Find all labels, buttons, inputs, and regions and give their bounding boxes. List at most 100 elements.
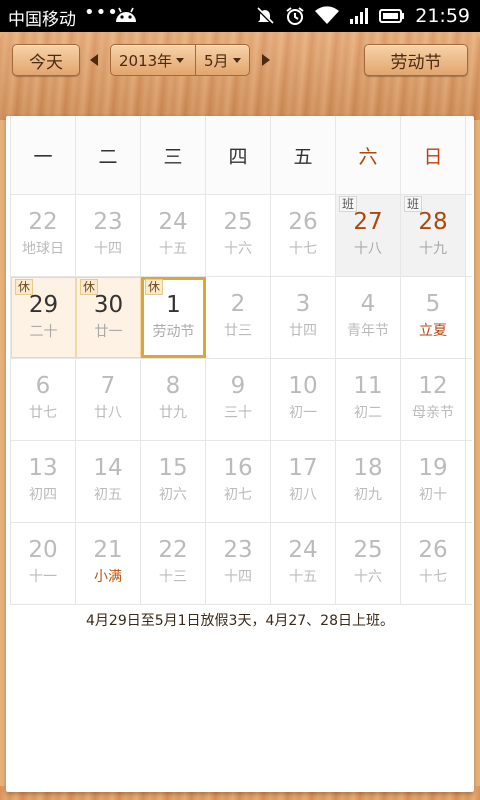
day-cell[interactable]: 15 初六 — [141, 441, 206, 522]
lunar-label: 初五 — [94, 487, 122, 503]
day-cell[interactable]: 4 青年节 — [336, 277, 401, 358]
day-number: 25 — [223, 209, 253, 235]
lunar-label: 十七 — [419, 569, 447, 585]
week-row: 20 十一 21 小满 22 十三 23 十四 24 十五 25 十六 26 十七 — [11, 523, 472, 605]
day-number: 4 — [360, 291, 376, 317]
month-dropdown-icon — [232, 57, 241, 63]
day-cell[interactable]: 22 十三 — [141, 523, 206, 604]
day-cell[interactable]: 14 初五 — [76, 441, 141, 522]
lunar-label: 十一 — [29, 569, 57, 585]
day-cell[interactable]: 20 十一 — [11, 523, 76, 604]
carrier-name: 中国移动 — [8, 10, 76, 30]
holiday-button[interactable]: 劳动节 — [364, 44, 468, 76]
workday-cell[interactable]: 班 28 十九 — [401, 195, 466, 276]
day-number: 29 — [28, 292, 59, 318]
day-number: 22 — [28, 209, 58, 235]
day-cell[interactable]: 24 十五 — [141, 195, 206, 276]
calendar-card: 一 二 三 四 五 六 日 22 地球日 23 十四 24 十五 25 十六 26 十七 … — [6, 116, 474, 792]
day-number: 23 — [93, 209, 123, 235]
selected-day-cell[interactable]: 休 1 劳动节 — [141, 277, 206, 358]
weekday-mon: 一 — [11, 116, 76, 194]
year-select-label: 2013年 — [119, 51, 173, 70]
signal-icon — [350, 8, 369, 24]
lunar-label: 十四 — [94, 241, 122, 257]
lunar-label: 初六 — [159, 487, 187, 503]
battery-icon — [379, 9, 405, 23]
previous-month-arrow-icon[interactable] — [90, 54, 98, 66]
holiday-cell[interactable]: 休 29 二十 — [11, 277, 76, 358]
lunar-label: 十六 — [354, 569, 382, 585]
workday-cell[interactable]: 班 27 十八 — [336, 195, 401, 276]
day-cell[interactable]: 5 立夏 — [401, 277, 466, 358]
lunar-label: 初八 — [289, 487, 317, 503]
weekday-header: 一 二 三 四 五 六 日 — [11, 116, 472, 195]
solar-term-label: 小满 — [94, 569, 122, 585]
lunar-label: 十五 — [289, 569, 317, 585]
day-number: 20 — [28, 537, 58, 563]
today-button[interactable]: 今天 — [12, 44, 80, 76]
lunar-label: 初四 — [29, 487, 57, 503]
week-row: 13 初四 14 初五 15 初六 16 初七 17 初八 18 初九 19 初十 — [11, 441, 472, 523]
day-cell[interactable]: 18 初九 — [336, 441, 401, 522]
lunar-label: 廿一 — [94, 324, 123, 340]
day-cell[interactable]: 2 廿三 — [206, 277, 271, 358]
day-cell[interactable]: 17 初八 — [271, 441, 336, 522]
day-cell[interactable]: 25 十六 — [206, 195, 271, 276]
next-month-arrow-icon[interactable] — [262, 54, 270, 66]
day-cell[interactable]: 9 三十 — [206, 359, 271, 440]
year-select[interactable]: 2013年 — [110, 44, 196, 76]
year-dropdown-icon — [176, 57, 185, 63]
day-cell[interactable]: 3 廿四 — [271, 277, 336, 358]
day-number: 7 — [100, 373, 116, 399]
day-cell[interactable]: 23 十四 — [206, 523, 271, 604]
day-number: 13 — [28, 455, 58, 481]
day-cell[interactable]: 23 十四 — [76, 195, 141, 276]
weekday-sun: 日 — [401, 116, 466, 194]
day-cell[interactable]: 26 十七 — [401, 523, 466, 604]
lunar-label: 初十 — [419, 487, 447, 503]
day-cell[interactable]: 11 初二 — [336, 359, 401, 440]
lunar-label: 廿四 — [289, 323, 317, 339]
calendar-toolbar: 今天 2013年 5月 劳动节 — [0, 32, 480, 120]
lunar-label: 二十 — [29, 324, 58, 340]
lunar-label: 初九 — [354, 487, 382, 503]
day-cell[interactable]: 13 初四 — [11, 441, 76, 522]
lunar-label: 青年节 — [347, 323, 389, 339]
day-cell[interactable]: 19 初十 — [401, 441, 466, 522]
day-cell[interactable]: 21 小满 — [76, 523, 141, 604]
weekday-fri: 五 — [271, 116, 336, 194]
day-number: 11 — [353, 373, 383, 399]
lunar-label: 廿七 — [29, 405, 57, 421]
lunar-label: 廿三 — [224, 323, 252, 339]
lunar-label: 初一 — [289, 405, 317, 421]
lunar-label: 十六 — [224, 241, 252, 257]
android-icon — [116, 7, 136, 22]
day-cell[interactable]: 22 地球日 — [11, 195, 76, 276]
day-cell[interactable]: 10 初一 — [271, 359, 336, 440]
day-number: 6 — [35, 373, 51, 399]
day-cell[interactable]: 7 廿八 — [76, 359, 141, 440]
day-number: 22 — [158, 537, 188, 563]
day-cell[interactable]: 6 廿七 — [11, 359, 76, 440]
day-cell[interactable]: 24 十五 — [271, 523, 336, 604]
day-number: 1 — [166, 292, 181, 318]
day-cell[interactable]: 25 十六 — [336, 523, 401, 604]
month-select[interactable]: 5月 — [196, 44, 250, 76]
lunar-label: 廿九 — [159, 405, 187, 421]
day-cell[interactable]: 12 母亲节 — [401, 359, 466, 440]
weekday-wed: 三 — [141, 116, 206, 194]
day-number: 30 — [93, 292, 124, 318]
weekday-thu: 四 — [206, 116, 271, 194]
lunar-label: 十七 — [289, 241, 317, 257]
day-number: 12 — [418, 373, 448, 399]
day-number: 9 — [230, 373, 246, 399]
day-cell[interactable]: 26 十七 — [271, 195, 336, 276]
lunar-label: 廿八 — [94, 405, 122, 421]
clock: 21:59 — [415, 5, 470, 27]
lunar-label: 地球日 — [22, 241, 64, 257]
day-cell[interactable]: 8 廿九 — [141, 359, 206, 440]
day-number: 5 — [425, 291, 441, 317]
lunar-label: 十五 — [159, 241, 187, 257]
day-cell[interactable]: 16 初七 — [206, 441, 271, 522]
holiday-cell[interactable]: 休 30 廿一 — [76, 277, 141, 358]
